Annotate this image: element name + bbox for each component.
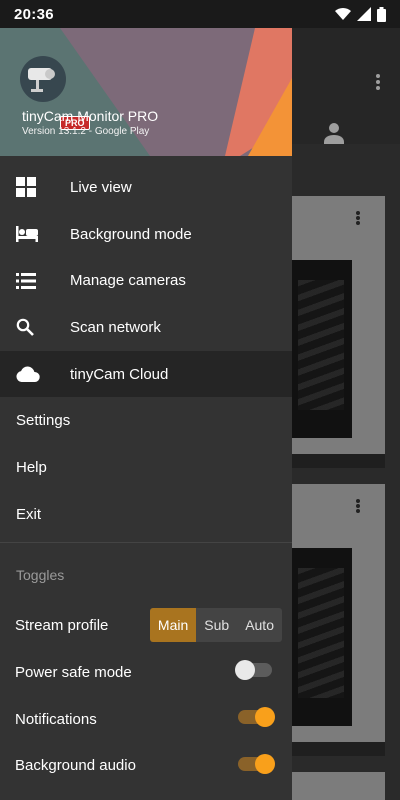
menu-item-tinycam-cloud[interactable]: tinyCam Cloud xyxy=(0,350,292,398)
stream-profile-auto[interactable]: Auto xyxy=(237,608,282,642)
camera-feed xyxy=(292,548,352,726)
menu-item-label: tinyCam Cloud xyxy=(70,365,169,383)
stream-profile-selector: Main Sub Auto xyxy=(149,607,282,642)
signal-icon xyxy=(357,7,371,21)
app-logo[interactable]: PRO xyxy=(20,56,90,130)
camera-feed xyxy=(292,260,352,438)
camera-card[interactable] xyxy=(292,772,385,800)
menu-item-label: Exit xyxy=(16,505,42,523)
camera-logo-icon xyxy=(28,68,55,92)
menu-item-label: Scan network xyxy=(70,318,161,336)
menu-item-exit[interactable]: Exit xyxy=(0,491,292,538)
menu-item-scan-network[interactable]: Scan network xyxy=(0,304,292,351)
status-time: 20:36 xyxy=(14,5,54,23)
background-audio-switch[interactable] xyxy=(238,753,275,774)
stream-profile-label: Stream profile xyxy=(15,617,109,635)
menu-item-help[interactable]: Help xyxy=(0,444,292,491)
grid-icon xyxy=(16,177,36,198)
bed-icon xyxy=(16,226,38,243)
stream-profile-sub[interactable]: Sub xyxy=(196,608,237,642)
camera-menu-icon[interactable] xyxy=(355,498,361,516)
toggles-heading: Toggles xyxy=(16,566,65,583)
menu-item-label: Help xyxy=(16,458,47,476)
app-name: tinyCam Monitor PRO xyxy=(22,108,159,124)
wifi-icon xyxy=(335,7,351,21)
background-audio-label: Background audio xyxy=(15,757,136,775)
menu-item-manage-cameras[interactable]: Manage cameras xyxy=(0,257,292,304)
menu-item-settings[interactable]: Settings xyxy=(0,397,292,444)
drawer-menu: Live view Background mode Manage cameras… xyxy=(0,164,292,538)
menu-item-live-view[interactable]: Live view xyxy=(0,164,292,211)
more-options-icon[interactable] xyxy=(370,72,386,92)
menu-item-label: Manage cameras xyxy=(70,272,186,290)
divider xyxy=(0,541,292,543)
search-icon xyxy=(16,319,34,337)
list-icon xyxy=(16,272,36,289)
status-bar: 20:36 xyxy=(0,0,400,28)
app-version: Version 13.1.2 - Google Play xyxy=(22,126,150,137)
drawer-header: PRO tinyCam Monitor PRO Version 13.1.2 -… xyxy=(0,28,292,156)
stream-profile-main[interactable]: Main xyxy=(149,607,197,642)
power-safe-row[interactable]: Power safe mode xyxy=(0,649,292,696)
menu-item-label: Settings xyxy=(16,412,71,430)
notifications-switch[interactable] xyxy=(238,706,275,727)
navigation-drawer: PRO tinyCam Monitor PRO Version 13.1.2 -… xyxy=(0,28,292,800)
background-audio-row[interactable]: Background audio xyxy=(0,743,292,790)
notifications-row[interactable]: Notifications xyxy=(0,696,292,743)
menu-item-background-mode[interactable]: Background mode xyxy=(0,211,292,258)
camera-card[interactable] xyxy=(292,196,385,468)
notifications-label: Notifications xyxy=(15,710,97,728)
menu-item-label: Live view xyxy=(70,178,132,196)
person-icon[interactable] xyxy=(324,122,344,144)
battery-icon xyxy=(377,6,386,22)
stream-profile-row: Stream profile Main Sub Auto xyxy=(0,603,292,650)
power-safe-switch[interactable] xyxy=(235,660,272,681)
camera-card[interactable] xyxy=(292,484,385,756)
power-safe-label: Power safe mode xyxy=(15,664,132,682)
menu-item-label: Background mode xyxy=(70,225,192,243)
camera-menu-icon[interactable] xyxy=(355,210,361,228)
cloud-icon xyxy=(16,366,40,383)
